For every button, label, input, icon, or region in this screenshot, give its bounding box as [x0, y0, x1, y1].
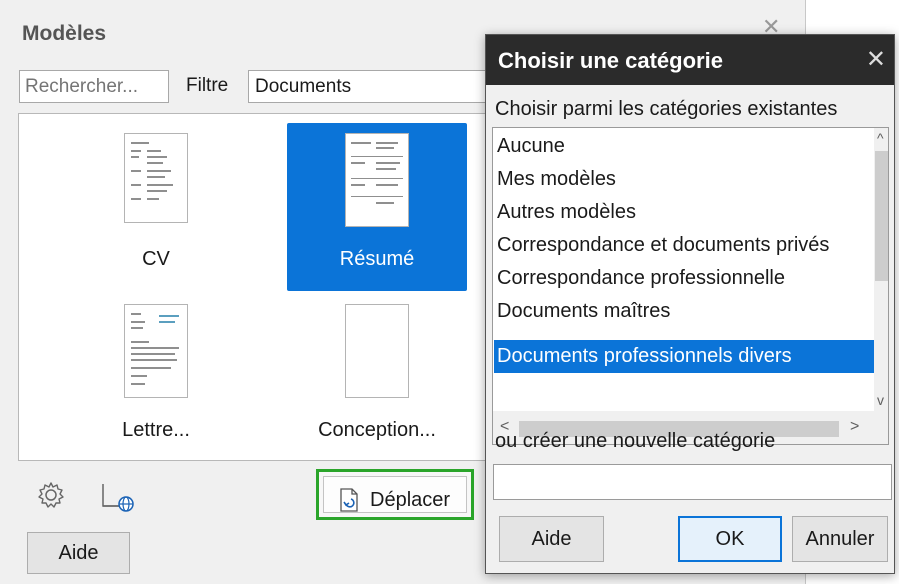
filter-select[interactable]: Documents — [248, 70, 508, 103]
close-icon[interactable]: ✕ — [866, 45, 886, 74]
move-document-icon — [338, 488, 360, 517]
template-item[interactable]: Résumé — [287, 123, 467, 291]
template-label: CV — [142, 248, 170, 270]
template-label: Conception... — [318, 419, 436, 441]
online-templates-icon[interactable] — [100, 480, 136, 517]
list-item[interactable]: Autres modèles — [494, 196, 874, 229]
list-item[interactable]: Documents maîtres — [494, 295, 874, 328]
category-list[interactable]: Aucune Mes modèles Autres modèles Corres… — [492, 127, 889, 445]
list-item[interactable]: Correspondance professionnelle — [494, 262, 874, 295]
template-label: Lettre... — [122, 419, 190, 441]
template-thumbnail — [124, 304, 188, 398]
help-button[interactable]: Aide — [499, 516, 604, 562]
search-input[interactable] — [19, 70, 169, 103]
template-item[interactable]: CV — [66, 123, 246, 291]
template-thumbnail — [345, 304, 409, 398]
list-item[interactable]: Aucune — [494, 130, 874, 163]
template-thumbnail — [345, 133, 409, 227]
template-view[interactable]: CV Résumé Lettre... Conception... — [18, 113, 488, 461]
choose-category-dialog: Choisir une catégorie ✕ Choisir parmi le… — [485, 34, 895, 574]
vertical-scroll-thumb[interactable] — [875, 151, 888, 281]
dialog-title: Choisir une catégorie — [498, 48, 723, 73]
vertical-scrollbar[interactable]: ^ v — [874, 128, 888, 411]
scroll-down-icon[interactable]: v — [877, 392, 884, 408]
scroll-up-icon[interactable]: ^ — [877, 130, 884, 146]
list-item[interactable]: Mes modèles — [494, 163, 874, 196]
move-button-highlight: Déplacer — [316, 469, 474, 520]
choose-existing-label: Choisir parmi les catégories existantes — [495, 98, 838, 120]
template-item[interactable]: Lettre... — [66, 294, 246, 462]
new-category-input[interactable] — [493, 464, 892, 500]
template-item[interactable]: Conception... — [287, 294, 467, 462]
cancel-button[interactable]: Annuler — [792, 516, 888, 562]
move-button-label: Déplacer — [370, 489, 451, 511]
ok-button[interactable]: OK — [678, 516, 782, 562]
scrollbar-corner — [874, 411, 888, 444]
template-thumbnail — [124, 133, 188, 223]
new-category-label: ou créer une nouvelle catégorie — [495, 430, 776, 452]
list-item-selected[interactable]: Documents professionnels divers — [494, 340, 874, 373]
scroll-right-icon[interactable]: > — [850, 418, 859, 436]
help-button[interactable]: Aide — [27, 532, 130, 574]
dialog-titlebar: Choisir une catégorie ✕ — [486, 35, 894, 85]
filter-label: Filtre — [186, 75, 229, 96]
list-item[interactable]: Correspondance et documents privés — [494, 229, 874, 262]
settings-icon[interactable] — [36, 480, 66, 515]
templates-dialog-title: Modèles — [22, 22, 107, 45]
template-label: Résumé — [339, 248, 415, 270]
move-button[interactable]: Déplacer — [323, 476, 467, 513]
